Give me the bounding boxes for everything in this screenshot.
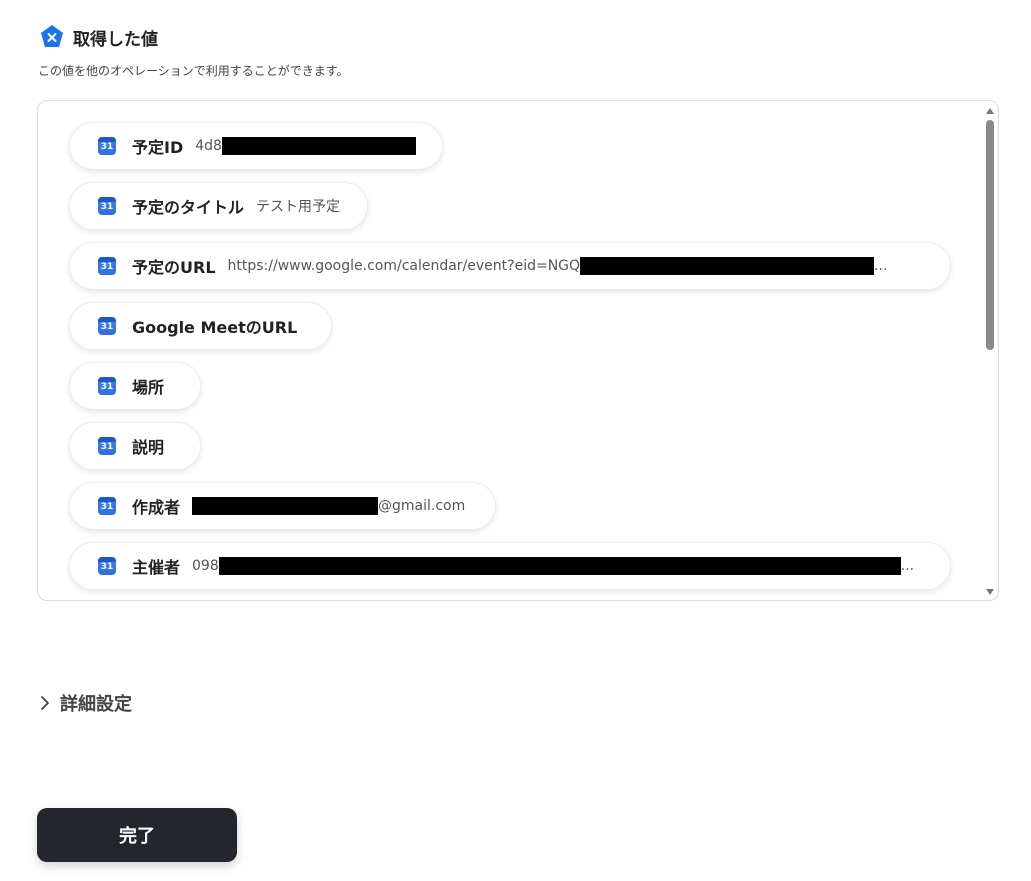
value-item-location[interactable]: 31 場所 bbox=[69, 362, 201, 410]
value-item-event-url[interactable]: 31 予定のURL https://www.google.com/calenda… bbox=[69, 242, 951, 290]
x-badge-icon bbox=[41, 25, 63, 47]
calendar-icon: 31 bbox=[98, 557, 116, 575]
value-tail: @gmail.com bbox=[378, 498, 466, 514]
value-tail: ... bbox=[874, 258, 888, 274]
section-subtitle: この値を他のオペレーションで利用することができます。 bbox=[38, 64, 349, 78]
section-title: 取得した値 bbox=[73, 29, 158, 50]
value-text: 4d8 bbox=[195, 138, 222, 154]
scrollbar[interactable] bbox=[985, 105, 995, 595]
advanced-settings-label: 詳細設定 bbox=[60, 694, 132, 715]
advanced-settings-toggle[interactable]: 詳細設定 bbox=[38, 690, 132, 716]
value-label: 作成者 bbox=[132, 498, 181, 517]
value-label: 予定ID bbox=[132, 138, 184, 157]
calendar-icon: 31 bbox=[98, 197, 116, 215]
calendar-icon: 31 bbox=[98, 437, 116, 455]
value-item-organizer[interactable]: 31 主催者 098 ... bbox=[69, 542, 951, 590]
value-item-meet-url[interactable]: 31 Google MeetのURL bbox=[69, 302, 332, 350]
value-tail: ... bbox=[900, 558, 915, 574]
scroll-down-arrow-icon[interactable] bbox=[986, 589, 994, 595]
value-item-description[interactable]: 31 説明 bbox=[69, 422, 201, 470]
value-label: 予定のタイトル bbox=[132, 198, 245, 217]
redaction-block bbox=[580, 257, 875, 275]
done-button[interactable]: 完了 bbox=[37, 808, 237, 862]
redaction-block bbox=[218, 557, 901, 575]
value-label: 場所 bbox=[132, 378, 165, 397]
calendar-icon: 31 bbox=[98, 377, 116, 395]
value-label: 説明 bbox=[132, 438, 165, 457]
value-label: 主催者 bbox=[132, 558, 181, 577]
section-header: 取得した値 bbox=[39, 24, 158, 50]
value-item-creator[interactable]: 31 作成者 @gmail.com bbox=[69, 482, 496, 530]
value-label: 予定のURL bbox=[132, 258, 216, 277]
redaction-block bbox=[221, 137, 416, 155]
value-item-event-id[interactable]: 31 予定ID 4d8 bbox=[69, 122, 443, 170]
calendar-icon: 31 bbox=[98, 257, 116, 275]
scroll-up-arrow-icon[interactable] bbox=[986, 108, 994, 114]
value-text: https://www.google.com/calendar/event?ei… bbox=[227, 258, 581, 274]
scroll-thumb[interactable] bbox=[986, 120, 994, 350]
value-text: テスト用予定 bbox=[256, 199, 341, 215]
calendar-icon: 31 bbox=[98, 137, 116, 155]
calendar-icon: 31 bbox=[98, 317, 116, 335]
value-label: Google MeetのURL bbox=[132, 318, 298, 337]
redaction-block bbox=[192, 497, 379, 515]
page: 取得した値 この値を他のオペレーションで利用することができます。 31 予定ID… bbox=[0, 0, 1031, 881]
value-item-event-title[interactable]: 31 予定のタイトル テスト用予定 bbox=[69, 182, 368, 230]
values-panel[interactable]: 31 予定ID 4d8 31 予定のタイトル テスト用予定 31 予定のURL … bbox=[37, 100, 999, 601]
calendar-icon: 31 bbox=[98, 497, 116, 515]
chevron-right-icon bbox=[41, 696, 49, 710]
value-text: 098 bbox=[192, 558, 219, 574]
